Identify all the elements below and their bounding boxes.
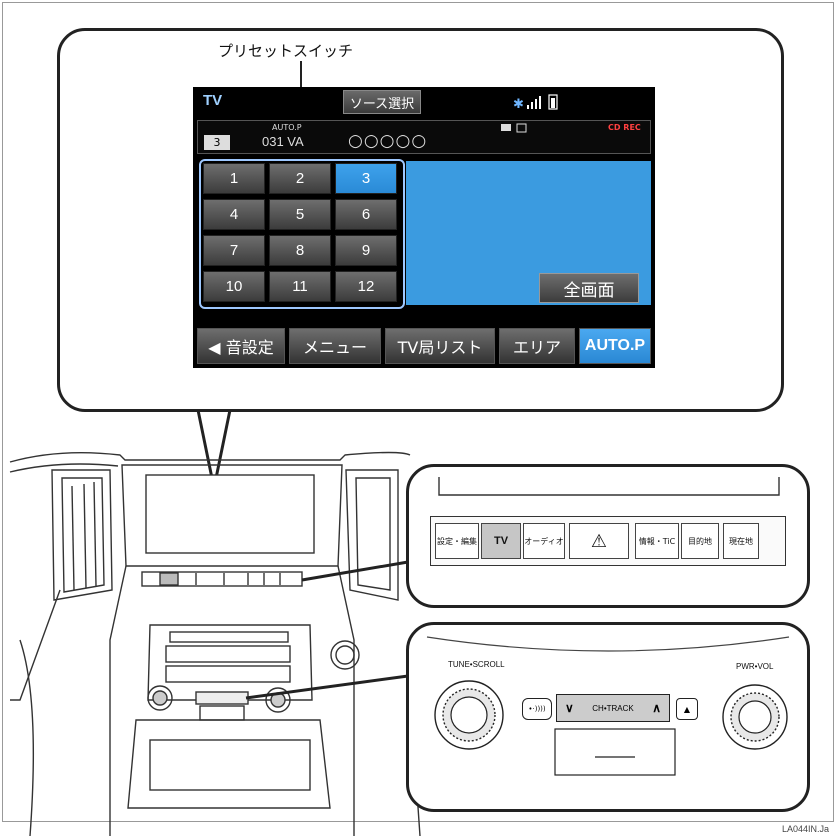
- signal-icon: [527, 105, 529, 109]
- pwr-vol-label: PWR•VOL: [736, 662, 774, 671]
- preset-button-9[interactable]: 9: [335, 235, 397, 266]
- autop-button[interactable]: AUTO.P: [579, 328, 651, 364]
- preset-button-11[interactable]: 11: [269, 271, 331, 302]
- screen-bottom-bar: ◀ 音設定 メニュー TV局リスト エリア AUTO.P: [193, 325, 655, 368]
- sound-settings-button[interactable]: ◀ 音設定: [197, 328, 285, 364]
- tv-station-list-button[interactable]: TV局リスト: [385, 328, 495, 364]
- tune-scroll-label: TUNE•SCROLL: [448, 660, 505, 669]
- panel-edge: [438, 477, 780, 496]
- source-label: TV: [203, 92, 223, 109]
- autop-indicator: AUTO.P: [272, 123, 302, 132]
- fullscreen-button[interactable]: 全画面: [539, 273, 639, 303]
- menu-button[interactable]: メニュー: [289, 328, 381, 364]
- head-unit-button-row: 設定・編集 TV オーディオ ⚠ 情報・TiC 目的地 現在地: [430, 516, 786, 566]
- radio-button[interactable]: •·)))): [522, 698, 552, 720]
- channel-number: 3: [204, 135, 230, 150]
- preset-button-12[interactable]: 12: [335, 271, 397, 302]
- current-location-button[interactable]: 現在地: [723, 523, 759, 559]
- source-select-button[interactable]: ソース選択: [343, 90, 421, 114]
- navigation-screen: TV ソース選択 ✱ 3 AUTO.P 031 VA ○○○○○ CD REC: [193, 87, 655, 368]
- preset-button-4[interactable]: 4: [203, 199, 265, 230]
- ch-down-icon[interactable]: ∨: [565, 701, 574, 715]
- channel-info-bar: 3 AUTO.P 031 VA ○○○○○ CD REC: [197, 120, 651, 154]
- preset-button-5[interactable]: 5: [269, 199, 331, 230]
- preset-button-1[interactable]: 1: [203, 163, 265, 194]
- preset-button-6[interactable]: 6: [335, 199, 397, 230]
- cd-rec-indicator: CD REC: [608, 123, 641, 132]
- tv-button[interactable]: TV: [481, 523, 521, 559]
- preset-button-2[interactable]: 2: [269, 163, 331, 194]
- status-icons: ✱: [513, 94, 558, 112]
- channel-code: 031 VA: [262, 134, 304, 149]
- preset-button-7[interactable]: 7: [203, 235, 265, 266]
- eject-button[interactable]: ▲: [676, 698, 698, 720]
- figure-code: LA044IN.Ja: [782, 824, 830, 834]
- preset-switch-group: 1 2 3 4 5 6 7 8 9 10 11 12: [199, 159, 405, 309]
- preset-button-8[interactable]: 8: [269, 235, 331, 266]
- ch-track-label: CH•TRACK: [592, 703, 634, 713]
- info-tic-button[interactable]: 情報・TiC: [635, 523, 679, 559]
- ch-up-icon[interactable]: ∧: [652, 701, 661, 715]
- ch-track-button[interactable]: ∨ CH•TRACK ∧: [556, 694, 670, 722]
- audio-button[interactable]: オーディオ: [523, 523, 565, 559]
- hazard-button[interactable]: ⚠: [569, 523, 629, 559]
- station-name: ○○○○○: [348, 131, 428, 151]
- illustration: プリセットスイッチ TV ソース選択 ✱ 3 AUTO.P 031 VA ○○○…: [0, 0, 836, 836]
- destination-button[interactable]: 目的地: [681, 523, 719, 559]
- preset-switch-caption: プリセットスイッチ: [218, 42, 354, 60]
- preset-button-10[interactable]: 10: [203, 271, 265, 302]
- screen-top-bar: TV ソース選択 ✱: [193, 87, 655, 117]
- area-button[interactable]: エリア: [499, 328, 575, 364]
- bluetooth-icon: ✱: [513, 97, 524, 112]
- mail-icon: [501, 123, 527, 133]
- preset-button-3[interactable]: 3: [335, 163, 397, 194]
- settings-edit-button[interactable]: 設定・編集: [435, 523, 479, 559]
